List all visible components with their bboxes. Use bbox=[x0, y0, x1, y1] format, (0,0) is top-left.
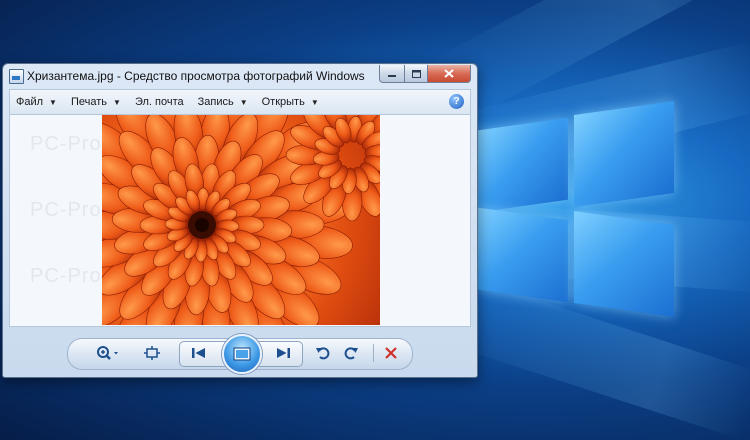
close-button[interactable] bbox=[428, 65, 471, 83]
logo-pane bbox=[478, 117, 568, 213]
rotate-right-button[interactable] bbox=[341, 343, 361, 363]
delete-icon bbox=[385, 347, 397, 359]
chrysanthemum-photo bbox=[102, 115, 380, 325]
delete-button[interactable] bbox=[381, 343, 401, 363]
menu-file[interactable]: Файл ▼ bbox=[10, 96, 65, 108]
minimize-icon bbox=[388, 74, 396, 77]
chevron-down-icon: ▼ bbox=[49, 97, 57, 107]
zoom-icon bbox=[97, 346, 118, 360]
photo-viewer-app-icon[interactable] bbox=[9, 69, 24, 84]
rotate-left-icon bbox=[316, 347, 330, 360]
logo-pane bbox=[574, 100, 674, 208]
menu-file-label: Файл bbox=[16, 96, 44, 108]
rotate-right-icon bbox=[344, 347, 358, 360]
windows-logo bbox=[478, 96, 678, 318]
maximize-button[interactable] bbox=[405, 65, 428, 83]
window-controls bbox=[379, 65, 471, 83]
previous-button[interactable] bbox=[187, 344, 211, 362]
menu-print[interactable]: Печать ▼ bbox=[65, 96, 129, 108]
close-icon bbox=[444, 69, 454, 78]
minimize-button[interactable] bbox=[379, 65, 405, 83]
menu-email-label: Эл. почта bbox=[134, 96, 184, 108]
flower-petals bbox=[102, 115, 380, 325]
previous-icon bbox=[192, 348, 205, 358]
chevron-down-icon: ▼ bbox=[239, 97, 248, 107]
chevron-down-icon: ▼ bbox=[310, 97, 319, 107]
menu-bar: Файл ▼ Печать ▼ Эл. почта Запись ▼ Откры… bbox=[9, 89, 471, 115]
menu-email[interactable]: Эл. почта bbox=[129, 96, 192, 108]
fit-size-icon bbox=[144, 346, 160, 360]
menu-open-label: Открыть bbox=[261, 96, 305, 108]
menu-burn[interactable]: Запись ▼ bbox=[192, 96, 256, 108]
toolbar-separator bbox=[373, 344, 374, 362]
logo-pane bbox=[478, 207, 568, 303]
maximize-icon bbox=[411, 69, 421, 78]
help-icon[interactable]: ? bbox=[449, 94, 464, 109]
menu-open[interactable]: Открыть ▼ bbox=[256, 96, 327, 108]
next-icon bbox=[277, 348, 290, 358]
menu-burn-label: Запись bbox=[197, 96, 234, 108]
photo-viewer-window: Хризантема.jpg - Средство просмотра фото… bbox=[2, 63, 478, 378]
menu-print-label: Печать bbox=[70, 96, 108, 108]
rotate-left-button[interactable] bbox=[313, 343, 333, 363]
actual-size-button[interactable] bbox=[141, 343, 163, 363]
navigation-toolbar bbox=[3, 327, 477, 377]
chevron-down-icon: ▼ bbox=[113, 97, 121, 107]
window-title: Хризантема.jpg - Средство просмотра фото… bbox=[27, 69, 365, 83]
slideshow-icon bbox=[233, 347, 251, 361]
logo-pane bbox=[574, 210, 674, 318]
zoom-button[interactable] bbox=[95, 343, 121, 363]
slideshow-button[interactable] bbox=[222, 334, 262, 374]
next-button[interactable] bbox=[271, 344, 295, 362]
title-bar[interactable]: Хризантема.jpg - Средство просмотра фото… bbox=[3, 64, 477, 88]
image-view-area[interactable]: PC-Problems.RU PC-Problems.RU PC-Problem… bbox=[9, 114, 471, 327]
